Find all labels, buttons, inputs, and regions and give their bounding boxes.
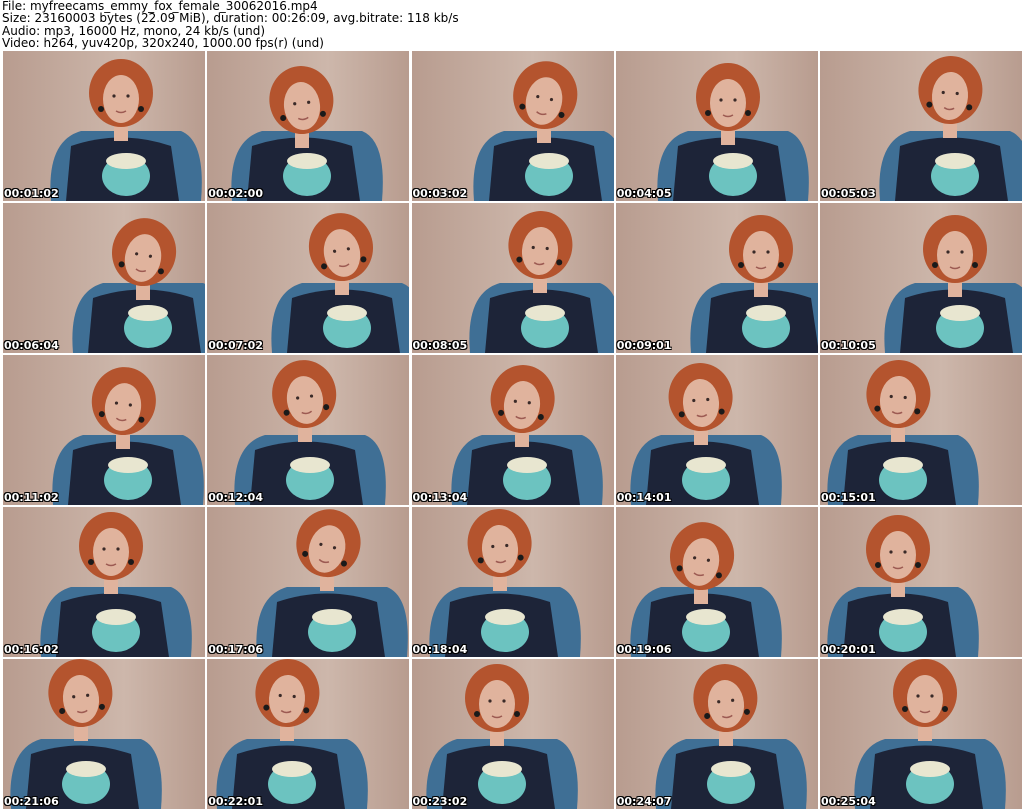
thumbnail-timestamp: 00:04:05 bbox=[616, 187, 672, 200]
video-thumbnail: 00:06:04 bbox=[3, 203, 205, 353]
thumbnail-frame-image bbox=[411, 203, 614, 353]
thumbnail-timestamp: 00:11:02 bbox=[4, 491, 59, 504]
thumbnail-frame-image bbox=[3, 203, 205, 353]
video-thumbnail: 00:18:04 bbox=[411, 507, 614, 657]
video-thumbnail: 00:23:02 bbox=[411, 659, 614, 809]
thumbnail-grid: 00:01:02 00:02:00 00:03:02 00:04:05 00:05:03… bbox=[3, 51, 1022, 809]
thumbnail-frame-image bbox=[411, 507, 614, 657]
video-thumbnail: 00:07:02 bbox=[207, 203, 410, 353]
thumbnail-timestamp: 00:14:01 bbox=[616, 491, 672, 504]
thumbnail-frame-image bbox=[615, 203, 818, 353]
video-thumbnail: 00:16:02 bbox=[3, 507, 205, 657]
thumbnail-frame-image bbox=[411, 355, 614, 505]
thumbnail-timestamp: 00:13:04 bbox=[412, 491, 468, 504]
thumbnail-frame-image bbox=[207, 507, 410, 657]
thumbnail-timestamp: 00:20:01 bbox=[821, 643, 876, 656]
video-info-line: Video: h264, yuv420p, 320x240, 1000.00 f… bbox=[2, 36, 324, 51]
file-info-header: File: myfreecams_emmy_fox_female_3006201… bbox=[2, 0, 1022, 50]
thumbnail-timestamp: 00:07:02 bbox=[208, 339, 263, 352]
video-thumbnail: 00:12:04 bbox=[207, 355, 410, 505]
thumbnail-frame-image bbox=[3, 51, 205, 201]
video-thumbnail: 00:13:04 bbox=[411, 355, 614, 505]
thumbnail-timestamp: 00:22:01 bbox=[208, 795, 263, 808]
thumbnail-timestamp: 00:01:02 bbox=[4, 187, 59, 200]
thumbnail-frame-image bbox=[820, 51, 1022, 201]
video-thumbnail: 00:02:00 bbox=[207, 51, 410, 201]
video-thumbnail: 00:05:03 bbox=[820, 51, 1022, 201]
video-thumbnail: 00:09:01 bbox=[615, 203, 818, 353]
thumbnail-frame-image bbox=[411, 659, 614, 809]
thumbnail-frame-image bbox=[820, 659, 1022, 809]
thumbnail-frame-image bbox=[3, 355, 205, 505]
thumbnail-frame-image bbox=[3, 507, 205, 657]
thumbnail-timestamp: 00:09:01 bbox=[616, 339, 672, 352]
video-thumbnail: 00:14:01 bbox=[615, 355, 818, 505]
thumbnail-timestamp: 00:06:04 bbox=[4, 339, 59, 352]
thumbnail-frame-image bbox=[820, 203, 1022, 353]
thumbnail-timestamp: 00:08:05 bbox=[412, 339, 468, 352]
video-thumbnail: 00:17:06 bbox=[207, 507, 410, 657]
thumbnail-frame-image bbox=[207, 51, 410, 201]
video-thumbnail: 00:25:04 bbox=[820, 659, 1022, 809]
thumbnail-timestamp: 00:10:05 bbox=[821, 339, 876, 352]
thumbnail-frame-image bbox=[820, 507, 1022, 657]
thumbnail-frame-image bbox=[615, 659, 818, 809]
video-thumbnail: 00:03:02 bbox=[411, 51, 614, 201]
thumbnail-timestamp: 00:18:04 bbox=[412, 643, 468, 656]
thumbnail-frame-image bbox=[615, 51, 818, 201]
thumbnail-frame-image bbox=[207, 355, 410, 505]
thumbnail-timestamp: 00:03:02 bbox=[412, 187, 468, 200]
thumbnail-timestamp: 00:19:06 bbox=[616, 643, 672, 656]
video-thumbnail: 00:21:06 bbox=[3, 659, 205, 809]
video-thumbnail: 00:11:02 bbox=[3, 355, 205, 505]
video-thumbnail: 00:01:02 bbox=[3, 51, 205, 201]
thumbnail-frame-image bbox=[820, 355, 1022, 505]
video-thumbnail: 00:10:05 bbox=[820, 203, 1022, 353]
thumbnail-timestamp: 00:15:01 bbox=[821, 491, 876, 504]
thumbnail-timestamp: 00:02:00 bbox=[208, 187, 263, 200]
video-thumbnail: 00:20:01 bbox=[820, 507, 1022, 657]
thumbnail-frame-image bbox=[615, 355, 818, 505]
thumbnail-frame-image bbox=[615, 507, 818, 657]
thumbnail-frame-image bbox=[3, 659, 205, 809]
thumbnail-frame-image bbox=[411, 51, 614, 201]
thumbnail-timestamp: 00:23:02 bbox=[412, 795, 468, 808]
thumbnail-timestamp: 00:05:03 bbox=[821, 187, 876, 200]
video-thumbnail: 00:19:06 bbox=[615, 507, 818, 657]
thumbnail-frame-image bbox=[207, 659, 410, 809]
video-thumbnail: 00:04:05 bbox=[615, 51, 818, 201]
thumbnail-timestamp: 00:21:06 bbox=[4, 795, 59, 808]
thumbnail-timestamp: 00:17:06 bbox=[208, 643, 263, 656]
thumbnail-timestamp: 00:12:04 bbox=[208, 491, 263, 504]
file-size-line: Size: 23160003 bytes (22.09 MiB), durati… bbox=[2, 11, 459, 26]
video-thumbnail: 00:22:01 bbox=[207, 659, 410, 809]
thumbnail-timestamp: 00:24:07 bbox=[616, 795, 672, 808]
video-thumbnail: 00:24:07 bbox=[615, 659, 818, 809]
thumbnail-timestamp: 00:25:04 bbox=[821, 795, 876, 808]
video-thumbnail: 00:15:01 bbox=[820, 355, 1022, 505]
thumbnail-timestamp: 00:16:02 bbox=[4, 643, 59, 656]
thumbnail-frame-image bbox=[207, 203, 410, 353]
video-thumbnail: 00:08:05 bbox=[411, 203, 614, 353]
